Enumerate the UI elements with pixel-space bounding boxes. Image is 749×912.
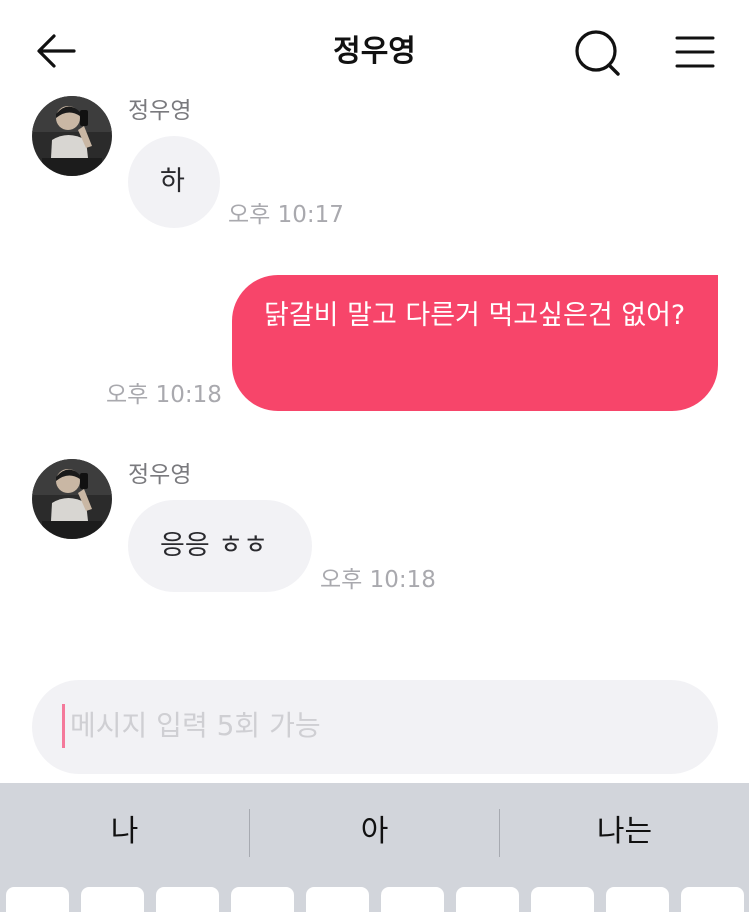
keyboard-key[interactable] <box>531 887 594 912</box>
keyboard-suggestion[interactable]: 나는 <box>500 811 749 853</box>
back-arrow-icon <box>37 34 76 68</box>
input-placeholder: 메시지 입력 5회 가능 <box>70 709 321 742</box>
keyboard: 나 아 나는 <box>0 783 749 912</box>
incoming-message-bubble[interactable]: 응응 ㅎㅎ <box>128 500 312 592</box>
header-bar: 정우영 <box>0 0 749 100</box>
message-timestamp: 오후 10:17 <box>228 202 344 228</box>
keyboard-key[interactable] <box>6 887 69 912</box>
chat-screen: 정우영 정우영 하 오후 10:17 오후 10:18 닭갈비 말고 다른거 먹… <box>0 0 749 912</box>
keyboard-key[interactable] <box>381 887 444 912</box>
profile-photo <box>32 96 112 176</box>
keyboard-key[interactable] <box>81 887 144 912</box>
keyboard-key[interactable] <box>681 887 744 912</box>
profile-photo <box>32 459 112 539</box>
sender-name: 정우영 <box>128 98 192 124</box>
keyboard-key[interactable] <box>456 887 519 912</box>
keyboard-suggestion[interactable]: 아 <box>250 811 499 853</box>
text-caret <box>62 704 65 748</box>
sender-avatar[interactable] <box>32 96 112 176</box>
search-button[interactable] <box>570 26 626 78</box>
message-timestamp: 오후 10:18 <box>320 567 436 593</box>
chat-title: 정우영 <box>333 34 416 69</box>
sender-avatar[interactable] <box>32 459 112 539</box>
incoming-message-bubble[interactable]: 하 <box>128 136 220 228</box>
keyboard-key[interactable] <box>606 887 669 912</box>
menu-button[interactable] <box>670 28 720 74</box>
message-timestamp: 오후 10:18 <box>106 382 222 408</box>
keyboard-key[interactable] <box>306 887 369 912</box>
keyboard-key[interactable] <box>231 887 294 912</box>
search-icon <box>575 30 620 76</box>
sender-name: 정우영 <box>128 462 192 488</box>
outgoing-message-bubble[interactable]: 닭갈비 말고 다른거 먹고싶은건 없어? <box>232 275 718 411</box>
keyboard-suggestion[interactable]: 나 <box>0 811 249 853</box>
keyboard-key[interactable] <box>156 887 219 912</box>
message-input[interactable]: 메시지 입력 5회 가능 <box>32 680 718 774</box>
back-button[interactable] <box>30 28 80 74</box>
hamburger-menu-icon <box>675 36 715 68</box>
